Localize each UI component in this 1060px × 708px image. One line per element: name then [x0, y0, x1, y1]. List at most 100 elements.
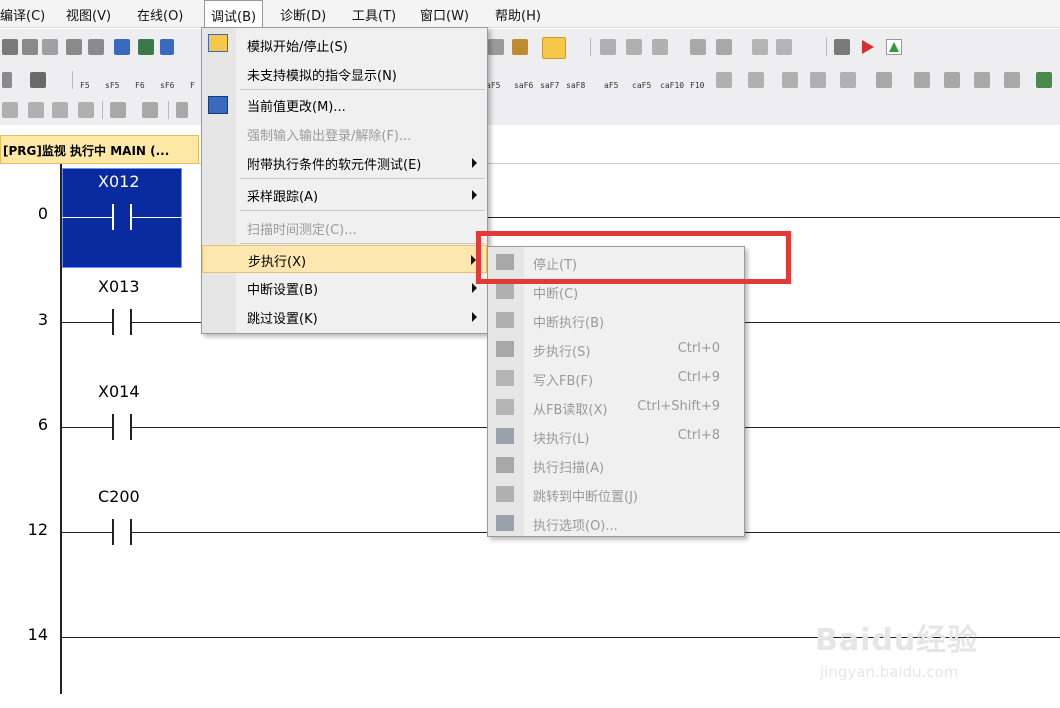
menu-view[interactable]: 视图(V): [66, 5, 111, 24]
paste-icon[interactable]: [42, 39, 58, 55]
ladder-tool-icon-2[interactable]: [748, 72, 764, 88]
write-fb-icon: [496, 370, 514, 386]
fkey-saf8-label: saF8: [566, 81, 586, 90]
rung-wire: [132, 427, 487, 428]
shortcut-label: Ctrl+Shift+9: [637, 399, 720, 414]
step-number: 3: [37, 310, 48, 329]
menu-item-current-value-change[interactable]: 当前值更改(M)...: [202, 91, 487, 119]
ladder-icon-6[interactable]: [752, 39, 768, 55]
menu-item-simulation-start-stop[interactable]: 模拟开始/停止(S): [202, 31, 487, 59]
execute-options-icon: [496, 515, 514, 531]
device-verify-icon[interactable]: [160, 39, 174, 55]
run-icon[interactable]: [862, 40, 874, 54]
menu-item-break-settings[interactable]: 中断设置(B): [202, 274, 487, 302]
ladder-tool-icon-6[interactable]: [876, 72, 892, 88]
contact-symbol[interactable]: [112, 519, 114, 545]
zoom-icon[interactable]: [2, 72, 12, 88]
edit-tool-icon-2[interactable]: [28, 102, 44, 118]
ladder-tool-icon-5[interactable]: [840, 72, 856, 88]
edit-tool-icon-7[interactable]: [176, 102, 188, 118]
device-read-icon[interactable]: [114, 39, 130, 55]
ladder-icon-4[interactable]: [690, 39, 706, 55]
menu-item-label: 模拟开始/停止(S): [247, 40, 348, 55]
shortcut-label: Ctrl+9: [677, 370, 720, 385]
submenu-arrow-icon: [472, 190, 477, 200]
menu-item-skip-settings[interactable]: 跳过设置(K): [202, 303, 487, 331]
fkey-saf7-label: saF7: [540, 81, 560, 90]
rung-wire: [62, 322, 112, 323]
menu-item-sampling-trace[interactable]: 采样跟踪(A): [202, 181, 487, 209]
submenu-item-step-execute: 步执行(S) Ctrl+0: [488, 335, 744, 364]
shortcut-label: Ctrl+8: [677, 428, 720, 443]
menu-compile[interactable]: 编译(C): [0, 5, 45, 24]
fkey-f-label: F: [190, 81, 195, 90]
undo-icon[interactable]: [66, 39, 82, 55]
submenu-item-execute-scan: 执行扫描(A): [488, 451, 744, 480]
step-number: 6: [37, 415, 48, 434]
contact-symbol[interactable]: [112, 414, 114, 440]
ladder-tool-icon-7[interactable]: [914, 72, 930, 88]
fkey-af5b-label: aF5: [604, 81, 619, 90]
ladder-tool-icon-9[interactable]: [974, 72, 990, 88]
menu-help[interactable]: 帮助(H): [495, 5, 541, 24]
submenu-item-execute-options: 执行选项(O)...: [488, 509, 744, 538]
monitor-icon[interactable]: [512, 39, 528, 55]
device-write-icon[interactable]: [138, 39, 154, 55]
rung-wire: [132, 322, 202, 323]
menu-debug[interactable]: 调试(B): [204, 0, 264, 28]
menu-item-label: 采样跟踪(A): [247, 190, 319, 205]
ladder-icon-3[interactable]: [652, 39, 668, 55]
simulation-icon[interactable]: [542, 37, 566, 59]
ladder-tool-icon-11[interactable]: [1036, 72, 1052, 88]
submenu-item-label: 写入FB(F): [533, 374, 594, 389]
tab-main-program[interactable]: [PRG]监视 执行中 MAIN (...: [0, 135, 199, 164]
redo-icon[interactable]: [88, 39, 104, 55]
menu-item-label: 当前值更改(M)...: [247, 100, 346, 115]
menu-window[interactable]: 窗口(W): [420, 5, 469, 24]
menu-tools[interactable]: 工具(T): [352, 5, 396, 24]
menu-item-device-test[interactable]: 附带执行条件的软元件测试(E): [202, 149, 487, 177]
step-number: 12: [27, 520, 48, 539]
submenu-item-label: 中断(C): [533, 287, 579, 302]
menu-diagnostics[interactable]: 诊断(D): [280, 5, 326, 24]
edit-tool-icon-4[interactable]: [78, 102, 94, 118]
ladder-tool-icon-3[interactable]: [782, 72, 798, 88]
ladder-tool-icon-10[interactable]: [1004, 72, 1020, 88]
ladder-icon-7[interactable]: [776, 39, 792, 55]
ladder-icon-2[interactable]: [626, 39, 642, 55]
submenu-arrow-icon: [472, 283, 477, 293]
rung-wire: [488, 217, 1060, 218]
edit-tool-icon-3[interactable]: [52, 102, 68, 118]
fkey-f6-label: F6: [135, 81, 145, 90]
fkey-caf5-label: caF5: [632, 81, 652, 90]
ladder-tool-icon-4[interactable]: [810, 72, 826, 88]
menu-item-label: 中断设置(B): [247, 283, 319, 298]
menu-item-label: 强制输入输出登录/解除(F)...: [247, 129, 412, 144]
cut-icon[interactable]: [2, 39, 18, 55]
debug-menu-dropdown: 模拟开始/停止(S) 未支持模拟的指令显示(N) 当前值更改(M)... 强制输…: [201, 27, 488, 334]
ladder-tool-icon-1[interactable]: [716, 72, 732, 88]
trace-icon[interactable]: [834, 39, 850, 55]
edit-tool-icon-6[interactable]: [142, 102, 158, 118]
binoculars-icon[interactable]: [30, 72, 46, 88]
ladder-tool-icon-8[interactable]: [944, 72, 960, 88]
copy-icon[interactable]: [22, 39, 38, 55]
edit-tool-icon-5[interactable]: [110, 102, 126, 118]
menu-item-label: 附带执行条件的软元件测试(E): [247, 158, 422, 173]
ladder-icon-5[interactable]: [716, 39, 732, 55]
fkey-caf10-label: caF10: [660, 81, 685, 90]
menu-item-unsupported-instructions[interactable]: 未支持模拟的指令显示(N): [202, 60, 487, 88]
warning-icon[interactable]: [886, 39, 902, 55]
rung-wire: [745, 322, 1060, 323]
menu-item-scan-time: 扫描时间测定(C)...: [202, 214, 487, 242]
contact-symbol[interactable]: [112, 309, 114, 335]
find-icon[interactable]: [488, 39, 504, 55]
rung-wire: [62, 427, 112, 428]
menu-item-forced-io: 强制输入输出登录/解除(F)...: [202, 120, 487, 148]
edit-tool-icon-1[interactable]: [2, 102, 18, 118]
contact-symbol[interactable]: [112, 204, 114, 230]
menu-online[interactable]: 在线(O): [137, 5, 183, 24]
menu-item-step-execution[interactable]: 步执行(X): [202, 245, 487, 273]
menu-item-label: 跳过设置(K): [247, 312, 318, 327]
ladder-icon-1[interactable]: [600, 39, 616, 55]
